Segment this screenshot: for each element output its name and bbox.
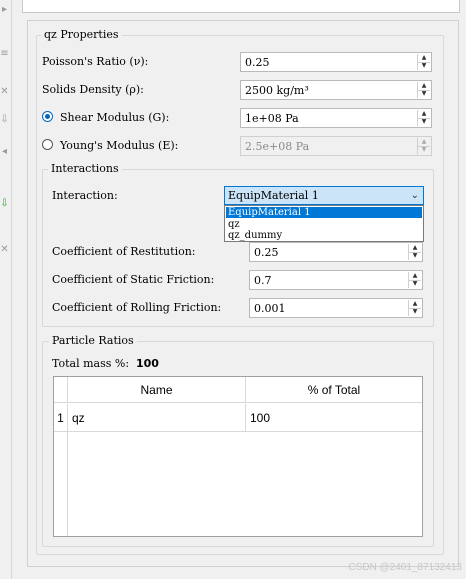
dropdown-option-qz[interactable]: qz xyxy=(226,219,422,230)
left-toolbar: ▸ ≡ ✕ ⇩ ◂ ⇩ ✕ xyxy=(0,0,12,579)
properties-group-title: qz Properties xyxy=(41,28,122,41)
youngs-input: 2.5e+08 Pa ▲ ▼ xyxy=(240,136,432,156)
restitution-value: 0.25 xyxy=(254,246,279,259)
row-index: 1 xyxy=(54,404,68,432)
spin-down-icon[interactable]: ▼ xyxy=(418,118,430,126)
youngs-label: Young's Modulus (E): xyxy=(60,139,179,152)
total-mass-value: 100 xyxy=(136,357,159,370)
watermark: CSDN @2401_87132413 xyxy=(348,562,462,573)
static-friction-label: Coefficient of Static Friction: xyxy=(52,273,215,286)
spin-down-icon[interactable]: ▼ xyxy=(418,90,430,98)
static-friction-spinner[interactable]: ▲ ▼ xyxy=(408,272,421,288)
move-icon[interactable]: ⇩ xyxy=(0,114,9,126)
density-value: 2500 kg/m³ xyxy=(245,84,309,97)
poisson-spinner[interactable]: ▲ ▼ xyxy=(417,54,430,70)
row-header-column xyxy=(54,432,68,536)
rolling-friction-spinner[interactable]: ▲ ▼ xyxy=(408,300,421,316)
particle-ratios-title: Particle Ratios xyxy=(49,334,137,347)
table-cell-percent[interactable]: 100 xyxy=(246,404,422,432)
rolling-friction-label: Coefficient of Rolling Friction: xyxy=(52,301,222,314)
dropdown-option-qz-dummy[interactable]: qz_dummy xyxy=(226,230,422,241)
restitution-input[interactable]: 0.25 ▲ ▼ xyxy=(249,242,423,262)
restitution-spinner[interactable]: ▲ ▼ xyxy=(408,244,421,260)
table-cell-name[interactable]: qz xyxy=(68,404,246,432)
density-label: Solids Density (ρ): xyxy=(42,83,144,96)
chevron-down-icon[interactable]: ⌄ xyxy=(411,188,419,204)
list-icon[interactable]: ≡ xyxy=(0,48,9,60)
shear-value: 1e+08 Pa xyxy=(245,112,299,125)
particle-ratios-table: Name % of Total 1 qz 100 xyxy=(53,376,423,537)
shear-input[interactable]: 1e+08 Pa ▲ ▼ xyxy=(240,108,432,128)
column-header-name[interactable]: Name xyxy=(68,377,246,403)
youngs-value: 2.5e+08 Pa xyxy=(245,140,310,153)
restitution-label: Coefficient of Restitution: xyxy=(52,245,196,258)
spin-down-icon[interactable]: ▼ xyxy=(409,280,421,288)
spin-down-icon[interactable]: ▼ xyxy=(418,62,430,70)
interaction-select-value: EquipMaterial 1 xyxy=(228,189,319,202)
shear-spinner[interactable]: ▲ ▼ xyxy=(417,110,430,126)
interaction-label: Interaction: xyxy=(52,189,118,202)
table-corner xyxy=(54,377,68,403)
shear-radio[interactable] xyxy=(42,111,53,122)
arrow-icon[interactable]: ▸ xyxy=(0,4,9,16)
density-spinner[interactable]: ▲ ▼ xyxy=(417,82,430,98)
spin-down-icon[interactable]: ▼ xyxy=(409,308,421,316)
rolling-friction-input[interactable]: 0.001 ▲ ▼ xyxy=(249,298,423,318)
delete-icon[interactable]: ✕ xyxy=(0,244,9,256)
youngs-radio[interactable] xyxy=(42,139,53,150)
static-friction-value: 0.7 xyxy=(254,274,272,287)
youngs-spinner: ▲ ▼ xyxy=(417,138,430,154)
interaction-select[interactable]: EquipMaterial 1 ⌄ xyxy=(224,186,424,205)
spin-down-icon: ▼ xyxy=(421,146,427,153)
total-mass-label: Total mass %: xyxy=(52,357,130,370)
static-friction-input[interactable]: 0.7 ▲ ▼ xyxy=(249,270,423,290)
poisson-input[interactable]: 0.25 ▲ ▼ xyxy=(240,52,432,72)
rolling-friction-value: 0.001 xyxy=(254,302,286,315)
close-icon[interactable]: ✕ xyxy=(0,86,9,98)
interactions-title: Interactions xyxy=(48,162,122,175)
spin-down-icon[interactable]: ▼ xyxy=(409,252,421,260)
density-input[interactable]: 2500 kg/m³ ▲ ▼ xyxy=(240,80,432,100)
import-icon[interactable]: ⇩ xyxy=(0,198,9,210)
poisson-label: Poisson's Ratio (ν): xyxy=(42,55,149,68)
poisson-value: 0.25 xyxy=(245,56,270,69)
dropdown-option-equipmaterial-1[interactable]: EquipMaterial 1 xyxy=(226,207,422,218)
interaction-dropdown-list: EquipMaterial 1 qz qz_dummy xyxy=(224,205,424,242)
arrow-left-icon[interactable]: ◂ xyxy=(0,146,9,158)
shear-label: Shear Modulus (G): xyxy=(60,111,170,124)
column-header-percent[interactable]: % of Total xyxy=(246,377,422,403)
upper-panel-edge xyxy=(22,0,460,13)
